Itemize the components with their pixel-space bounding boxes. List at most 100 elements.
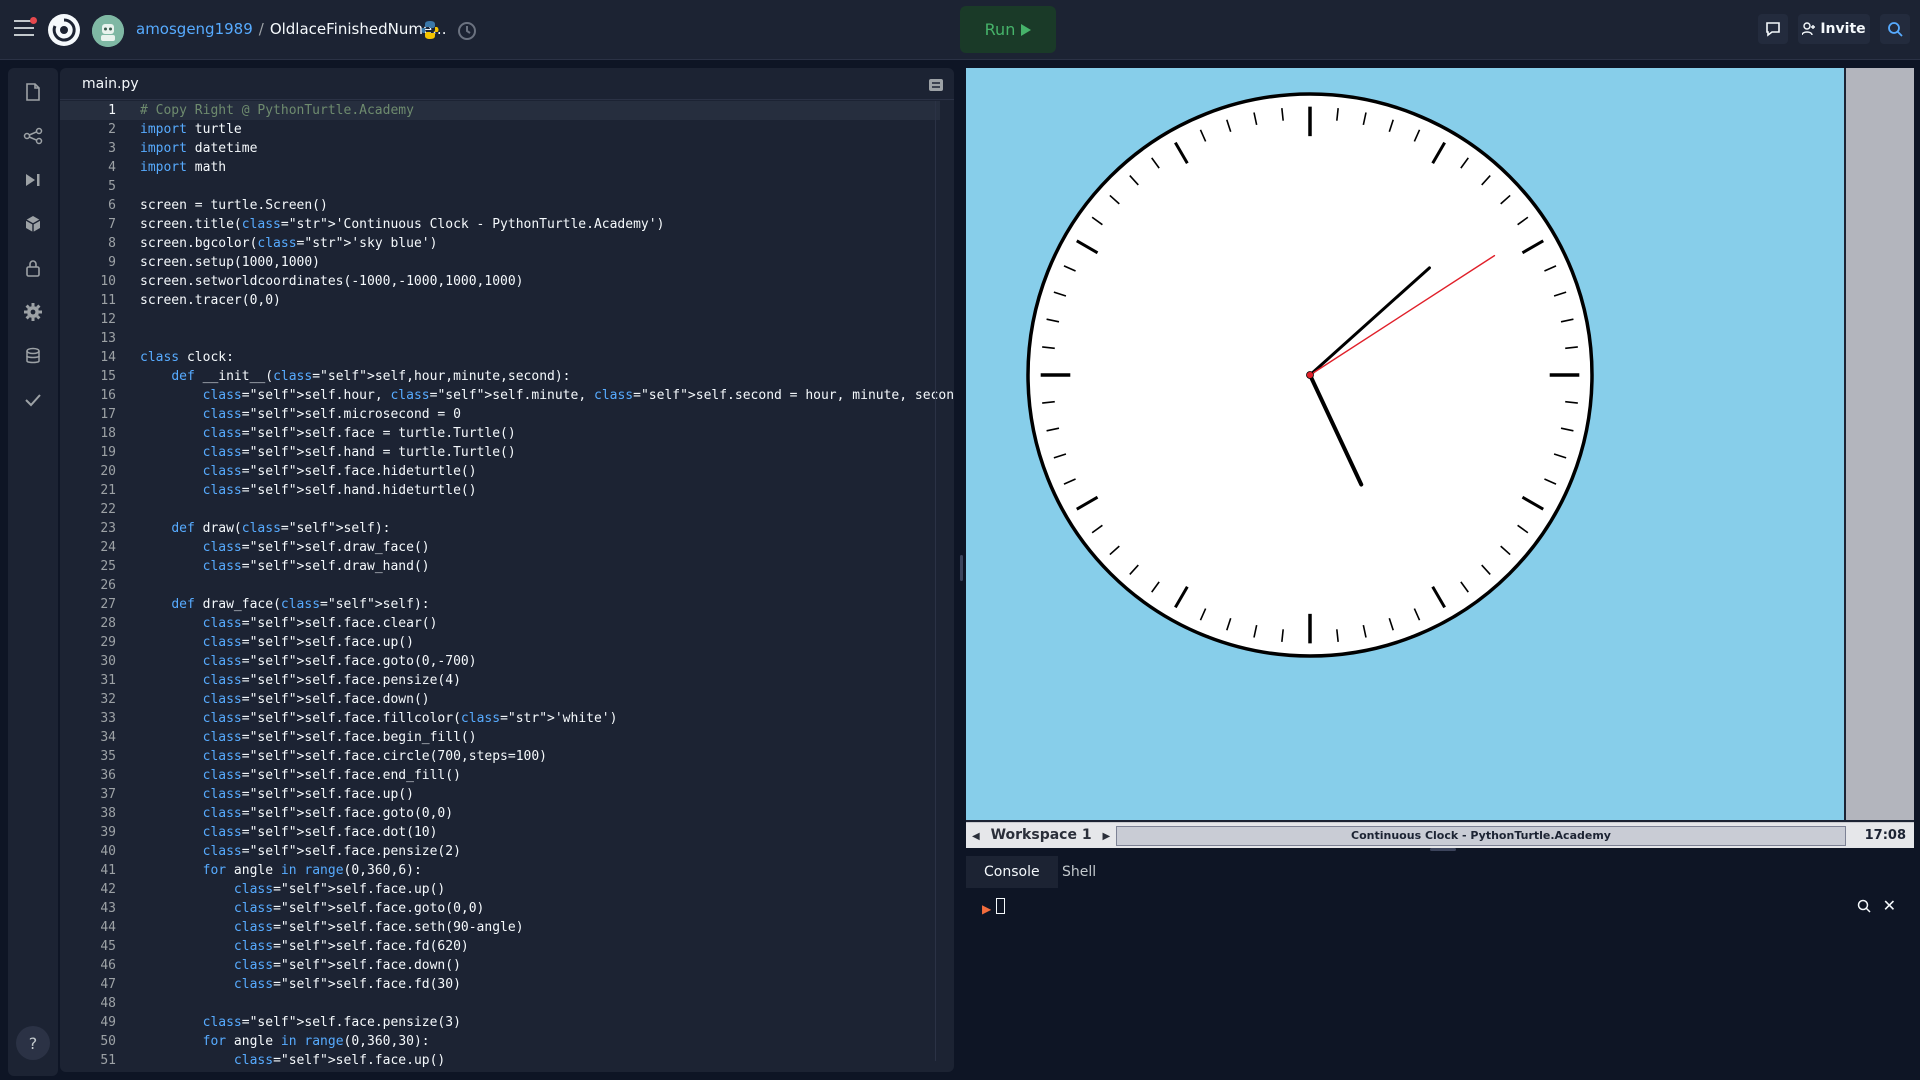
next-workspace-icon[interactable]: ▶ <box>1102 831 1110 842</box>
code-text: class="self">self.face.pensize(3) <box>202 1015 461 1030</box>
code-line[interactable]: 6 screen = turtle.Screen() <box>60 196 940 215</box>
code-text: screen.bgcolor(class="str">'sky blue') <box>140 236 438 251</box>
code-line[interactable]: 15 def __init__(class="self">self,hour,m… <box>60 367 940 386</box>
code-line[interactable]: 42 class="self">self.face.up() <box>60 880 940 899</box>
code-text: import math <box>140 160 227 175</box>
debugger-icon[interactable] <box>23 170 43 190</box>
code-line[interactable]: 12 <box>60 310 940 329</box>
search-button[interactable] <box>1880 14 1910 44</box>
pane-resize-handle[interactable] <box>960 555 963 581</box>
code-line[interactable]: 44 class="self">self.face.seth(90-angle) <box>60 918 940 937</box>
code-line[interactable]: 40 class="self">self.face.pensize(2) <box>60 842 940 861</box>
code-line[interactable]: 8 screen.bgcolor(class="str">'sky blue') <box>60 234 940 253</box>
avatar[interactable] <box>92 15 124 47</box>
prev-workspace-icon[interactable]: ◀ <box>972 831 980 842</box>
code-line[interactable]: 25 class="self">self.draw_hand() <box>60 557 940 576</box>
version-control-icon[interactable] <box>23 126 43 146</box>
settings-gear-icon[interactable] <box>23 302 43 322</box>
code-line[interactable]: 13 <box>60 329 940 348</box>
code-line[interactable]: 33 class="self">self.face.fillcolor(clas… <box>60 709 940 728</box>
code-line[interactable]: 17 class="self">self.microsecond = 0 <box>60 405 940 424</box>
database-icon[interactable] <box>23 346 43 366</box>
chat-button[interactable] <box>1758 14 1788 44</box>
code-line[interactable]: 1 # Copy Right @ PythonTurtle.Academy <box>60 101 940 120</box>
code-line[interactable]: 43 class="self">self.face.goto(0,0) <box>60 899 940 918</box>
console-cursor[interactable] <box>996 898 1005 914</box>
code-line[interactable]: 14 class clock: <box>60 348 940 367</box>
code-line[interactable]: 21 class="self">self.hand.hideturtle() <box>60 481 940 500</box>
code-line[interactable]: 5 <box>60 177 940 196</box>
help-button[interactable]: ? <box>16 1026 50 1060</box>
code-line[interactable]: 51 class="self">self.face.up() <box>60 1051 940 1070</box>
window-title-button[interactable]: Continuous Clock - PythonTurtle.Academy <box>1116 826 1846 846</box>
code-line[interactable]: 48 <box>60 994 940 1013</box>
tab-shell[interactable]: Shell <box>1044 856 1114 888</box>
code-line[interactable]: 3 import datetime <box>60 139 940 158</box>
turtle-canvas[interactable] <box>966 68 1844 820</box>
editor-menu-icon[interactable] <box>928 77 944 91</box>
unit-tests-check-icon[interactable] <box>23 390 43 410</box>
line-number: 4 <box>108 160 116 175</box>
code-line[interactable]: 35 class="self">self.face.circle(700,ste… <box>60 747 940 766</box>
code-line[interactable]: 41 for angle in range(0,360,6): <box>60 861 940 880</box>
code-line[interactable]: 19 class="self">self.hand = turtle.Turtl… <box>60 443 940 462</box>
line-number: 44 <box>100 920 116 935</box>
console-search-icon[interactable] <box>1856 898 1872 914</box>
code-text: class="self">self.hour, class="self">sel… <box>202 388 954 403</box>
history-icon[interactable] <box>456 20 478 42</box>
code-line[interactable]: 22 <box>60 500 940 519</box>
replit-logo-icon[interactable] <box>48 14 80 46</box>
secrets-lock-icon[interactable] <box>23 258 43 278</box>
code-line[interactable]: 45 class="self">self.face.fd(620) <box>60 937 940 956</box>
code-line[interactable]: 49 class="self">self.face.pensize(3) <box>60 1013 940 1032</box>
file-tab-main-py[interactable]: main.py <box>82 76 139 92</box>
username-link[interactable]: amosgeng1989 <box>136 20 253 38</box>
code-line[interactable]: 9 screen.setup(1000,1000) <box>60 253 940 272</box>
code-line[interactable]: 2 import turtle <box>60 120 940 139</box>
packages-icon[interactable] <box>23 214 43 234</box>
console-close-icon[interactable]: ✕ <box>1883 896 1896 915</box>
code-line[interactable]: 46 class="self">self.face.down() <box>60 956 940 975</box>
files-icon[interactable] <box>23 82 43 102</box>
code-line[interactable]: 34 class="self">self.face.begin_fill() <box>60 728 940 747</box>
code-line[interactable]: 26 <box>60 576 940 595</box>
code-text: # Copy Right @ PythonTurtle.Academy <box>140 103 414 118</box>
invite-label: Invite <box>1820 21 1866 37</box>
code-line[interactable]: 18 class="self">self.face = turtle.Turtl… <box>60 424 940 443</box>
code-line[interactable]: 11 screen.tracer(0,0) <box>60 291 940 310</box>
line-number: 33 <box>100 711 116 726</box>
code-line[interactable]: 28 class="self">self.face.clear() <box>60 614 940 633</box>
code-line[interactable]: 39 class="self">self.face.dot(10) <box>60 823 940 842</box>
code-line[interactable]: 7 screen.title(class="str">'Continuous Cl… <box>60 215 940 234</box>
code-line[interactable]: 23 def draw(class="self">self): <box>60 519 940 538</box>
code-line[interactable]: 29 class="self">self.face.up() <box>60 633 940 652</box>
code-line[interactable]: 47 class="self">self.face.fd(30) <box>60 975 940 994</box>
code-line[interactable]: 37 class="self">self.face.up() <box>60 785 940 804</box>
code-area[interactable]: 1 # Copy Right @ PythonTurtle.Academy 2 imp… <box>60 101 954 1072</box>
code-line[interactable]: 32 class="self">self.face.down() <box>60 690 940 709</box>
code-line[interactable]: 27 def draw_face(class="self">self): <box>60 595 940 614</box>
invite-button[interactable]: Invite <box>1798 14 1870 44</box>
code-line[interactable]: 16 class="self">self.hour, class="self">… <box>60 386 954 405</box>
console-resize-handle[interactable] <box>1430 848 1456 851</box>
code-text: class="self">self.face.end_fill() <box>202 768 461 783</box>
code-text: class="self">self.face.fillcolor(class="… <box>202 711 618 726</box>
code-line[interactable]: 24 class="self">self.draw_face() <box>60 538 940 557</box>
workspace-switcher[interactable]: ◀ Workspace 1 ▶ <box>972 827 1110 843</box>
line-number: 51 <box>100 1053 116 1068</box>
line-number: 42 <box>100 882 116 897</box>
code-line[interactable]: 36 class="self">self.face.end_fill() <box>60 766 940 785</box>
code-line[interactable]: 30 class="self">self.face.goto(0,-700) <box>60 652 940 671</box>
python-language-icon <box>420 20 440 40</box>
line-number: 18 <box>100 426 116 441</box>
code-line[interactable]: 50 for angle in range(0,360,30): <box>60 1032 940 1051</box>
run-button[interactable]: Run <box>960 6 1056 53</box>
editor-scrollbar[interactable] <box>935 101 936 1061</box>
code-text: for angle in range(0,360,30): <box>202 1034 430 1049</box>
code-line[interactable]: 4 import math <box>60 158 940 177</box>
breadcrumb-separator: / <box>258 20 264 38</box>
code-line[interactable]: 20 class="self">self.face.hideturtle() <box>60 462 940 481</box>
code-line[interactable]: 10 screen.setworldcoordinates(-1000,-1000… <box>60 272 940 291</box>
code-line[interactable]: 31 class="self">self.face.pensize(4) <box>60 671 940 690</box>
code-line[interactable]: 38 class="self">self.face.goto(0,0) <box>60 804 940 823</box>
